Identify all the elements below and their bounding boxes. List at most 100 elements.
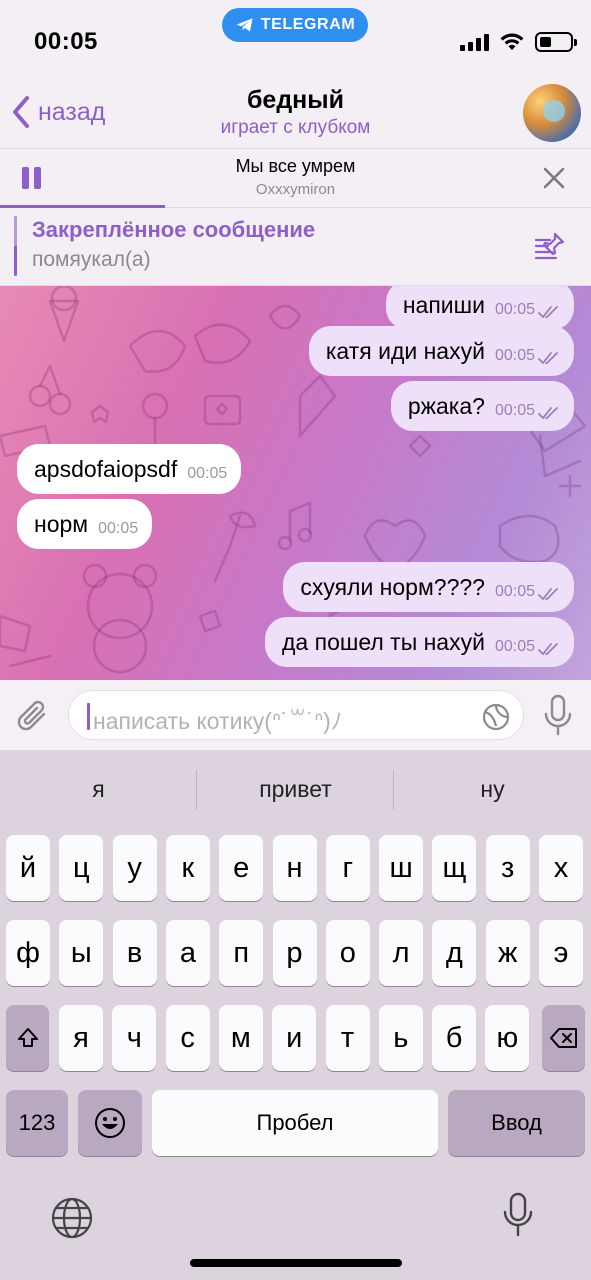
letter-key[interactable]: е <box>219 835 264 901</box>
message-text: катя иди нахуй <box>325 337 485 364</box>
letter-key[interactable]: г <box>325 835 370 901</box>
message-input-bar: написать котику(ᐢ˙꒳˙ᐢ)ﾉ <box>0 680 591 750</box>
chat-header: назад бедный играет с клубком <box>0 80 591 148</box>
suggestion-item[interactable]: я <box>0 776 197 803</box>
back-button[interactable]: назад <box>10 94 105 130</box>
globe-icon[interactable] <box>50 1196 94 1240</box>
telegram-return-pill[interactable]: TELEGRAM <box>222 8 368 42</box>
message-text: ржака? <box>407 392 485 419</box>
status-time: 00:05 <box>34 28 98 55</box>
track-title: Мы все умрем <box>235 156 356 176</box>
letter-key[interactable]: б <box>432 1005 477 1071</box>
message-text: норм <box>34 510 89 537</box>
close-icon[interactable] <box>541 165 567 191</box>
backspace-icon <box>549 1028 577 1048</box>
letter-key[interactable]: в <box>112 920 157 986</box>
message-time: 00:05 <box>494 583 535 600</box>
message-time: 00:05 <box>98 520 139 537</box>
battery-level <box>540 37 552 47</box>
back-label: назад <box>38 97 106 126</box>
letter-key[interactable]: н <box>272 835 317 901</box>
letter-key[interactable]: я <box>59 1005 103 1071</box>
letter-key[interactable]: ш <box>379 835 424 901</box>
message-bubble-incoming[interactable]: норм 00:05 <box>17 499 153 549</box>
messages-area[interactable]: напиши 00:05 катя иди нахуй 00:05 ржака?… <box>0 286 591 680</box>
battery-icon <box>535 32 577 52</box>
chat-title-block[interactable]: бедный играет с клубком <box>150 86 441 139</box>
numbers-key[interactable]: 123 <box>6 1090 68 1156</box>
letter-key[interactable]: с <box>165 1005 210 1071</box>
letter-key[interactable]: л <box>379 920 424 986</box>
shift-key[interactable] <box>6 1005 49 1071</box>
double-check-icon <box>538 643 558 656</box>
letter-key[interactable]: ц <box>59 835 104 901</box>
message-text: apsdofaiopsdf <box>34 455 178 482</box>
paperclip-icon[interactable] <box>14 696 52 736</box>
track-info[interactable]: Мы все умрем Oxxxymiron <box>150 156 441 198</box>
letter-key[interactable]: и <box>272 1005 317 1071</box>
letter-key[interactable]: п <box>219 920 264 986</box>
space-key[interactable]: Пробел <box>152 1090 438 1156</box>
track-artist: Oxxxymiron <box>255 181 336 198</box>
suggestion-item[interactable]: привет <box>197 776 394 803</box>
pinned-text: помяукал(а) <box>32 248 151 271</box>
text-caret <box>87 703 90 730</box>
letter-key[interactable]: м <box>218 1005 263 1071</box>
message-input[interactable]: написать котику(ᐢ˙꒳˙ᐢ)ﾉ <box>68 690 524 740</box>
message-bubble-outgoing[interactable]: ржака? 00:05 <box>390 381 574 431</box>
letter-key[interactable]: т <box>325 1005 370 1071</box>
telegram-icon <box>236 18 253 32</box>
system-icons <box>460 32 577 52</box>
sticker-icon[interactable] <box>481 702 511 732</box>
letter-key[interactable]: ь <box>378 1005 423 1071</box>
letter-key[interactable]: з <box>485 835 530 901</box>
suggestion-bar: я привет ну <box>0 750 591 832</box>
message-time: 00:05 <box>494 347 535 364</box>
telegram-pill-label: TELEGRAM <box>260 16 356 33</box>
letter-key[interactable]: х <box>539 835 583 901</box>
message-time: 00:05 <box>187 465 228 482</box>
letter-key[interactable]: ю <box>485 1005 530 1071</box>
message-input-placeholder: написать котику(ᐢ˙꒳˙ᐢ)ﾉ <box>93 708 343 734</box>
letter-key[interactable]: к <box>165 835 210 901</box>
letter-key[interactable]: у <box>112 835 157 901</box>
double-check-icon <box>538 588 558 601</box>
message-text: да пошел ты нахуй <box>282 628 485 655</box>
letter-key[interactable]: ч <box>112 1005 157 1071</box>
backspace-key[interactable] <box>542 1005 585 1071</box>
letter-key[interactable]: д <box>432 920 477 986</box>
letter-key[interactable]: ж <box>485 920 530 986</box>
avatar[interactable] <box>523 84 581 142</box>
message-bubble-outgoing[interactable]: схуяли норм???? 00:05 <box>283 562 574 612</box>
dictation-microphone-icon[interactable] <box>503 1192 533 1238</box>
letter-key[interactable]: э <box>539 920 583 986</box>
letter-key[interactable]: щ <box>432 835 477 901</box>
pinned-message-bar[interactable]: Закреплённое сообщение помяукал(а) <box>0 208 591 286</box>
message-bubble-outgoing[interactable]: катя иди нахуй 00:05 <box>308 326 574 376</box>
message-bubble-outgoing[interactable]: да пошел ты нахуй 00:05 <box>265 617 574 667</box>
letter-key[interactable]: р <box>272 920 317 986</box>
chat-status: играет с клубком <box>220 117 371 138</box>
keyboard: я привет ну йцукенгшщзхфывапролджэячсмит… <box>0 750 591 1280</box>
message-time: 00:05 <box>494 402 535 419</box>
home-indicator[interactable] <box>190 1259 402 1267</box>
pinned-list-icon[interactable] <box>533 228 569 264</box>
message-bubble-incoming[interactable]: apsdofaiopsdf 00:05 <box>17 444 242 494</box>
letter-key[interactable]: ы <box>59 920 104 986</box>
shift-icon <box>17 1028 38 1047</box>
letter-key[interactable]: о <box>325 920 370 986</box>
chat-title: бедный <box>246 86 345 114</box>
pause-button[interactable] <box>22 167 42 189</box>
microphone-icon[interactable] <box>543 694 573 736</box>
emoji-key[interactable] <box>78 1090 142 1156</box>
letter-key[interactable]: а <box>165 920 210 986</box>
double-check-icon <box>538 306 558 319</box>
letter-key[interactable]: й <box>6 835 50 901</box>
wifi-icon <box>500 33 524 50</box>
message-bubble-outgoing[interactable]: напиши 00:05 <box>385 286 574 330</box>
message-time: 00:05 <box>494 301 535 318</box>
letter-key[interactable]: ф <box>6 920 50 986</box>
music-player-bar[interactable]: Мы все умрем Oxxxymiron <box>0 148 591 208</box>
suggestion-item[interactable]: ну <box>394 776 591 803</box>
return-key[interactable]: Ввод <box>448 1090 585 1156</box>
